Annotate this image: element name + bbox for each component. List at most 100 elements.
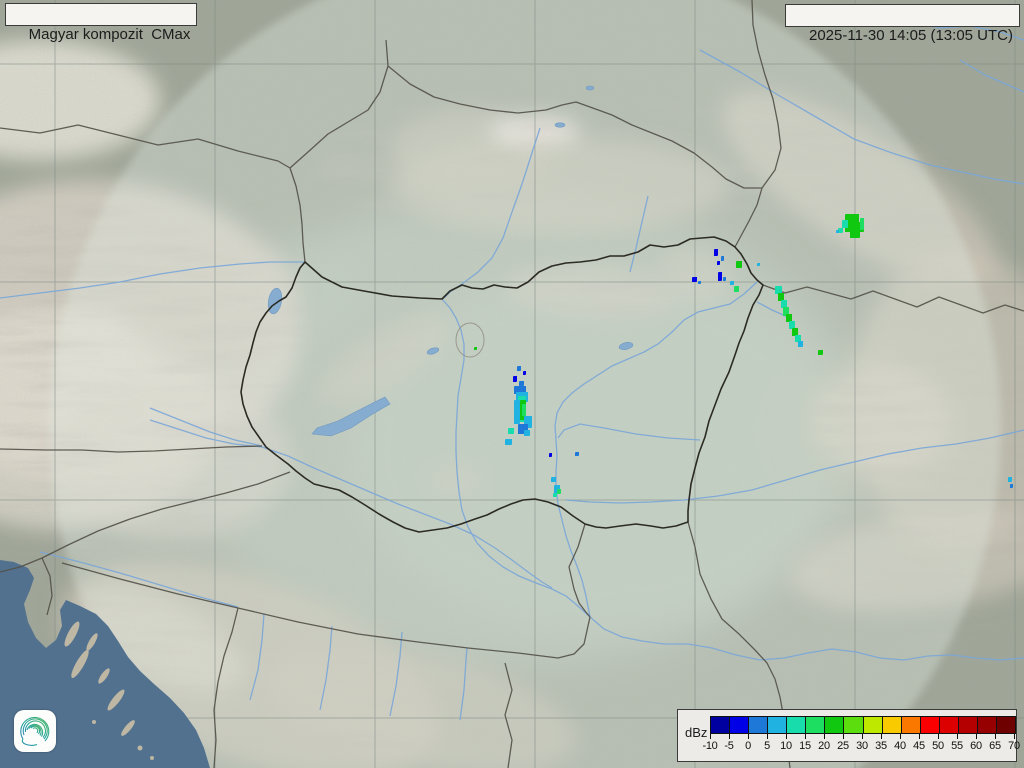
- legend-tick-label: 0: [745, 740, 751, 752]
- radar-echo-cell: [730, 281, 734, 285]
- legend-tick-mark: [995, 734, 996, 739]
- radar-echo-cell: [698, 281, 701, 284]
- radar-echo-cell: [549, 453, 552, 457]
- legend-tick-mark: [710, 734, 711, 739]
- radar-echo-cell: [517, 366, 521, 371]
- legend-color-cell: [902, 717, 921, 733]
- radar-echo-cell: [505, 439, 512, 445]
- legend-color-cell: [997, 717, 1015, 733]
- legend-tick-label: 60: [970, 740, 982, 752]
- legend-color-cell: [959, 717, 978, 733]
- legend-ticks: -10-50510152025303540455055606570: [710, 734, 1016, 758]
- radar-echo-cell: [792, 328, 798, 336]
- legend-color-cell: [787, 717, 806, 733]
- timestamp-label: 2025-11-30 14:05 (13:05 UTC): [809, 27, 1013, 44]
- legend-color-cell: [711, 717, 730, 733]
- legend-color-cell: [978, 717, 997, 733]
- logo-badge: [14, 710, 56, 752]
- radar-echo-cell: [736, 261, 742, 268]
- timestamp-box: 2025-11-30 14:05 (13:05 UTC): [785, 4, 1020, 27]
- radar-echo-cell: [474, 347, 477, 350]
- legend-tick-mark: [786, 734, 787, 739]
- legend-color-cell: [825, 717, 844, 733]
- radar-echo-cell: [775, 286, 782, 294]
- radar-echo-cell: [714, 249, 718, 256]
- legend-color-cell: [768, 717, 787, 733]
- legend-color-cell: [921, 717, 940, 733]
- legend-tick-label: 45: [913, 740, 925, 752]
- legend-tick-mark: [824, 734, 825, 739]
- legend-color-cell: [730, 717, 749, 733]
- legend-tick-mark: [843, 734, 844, 739]
- radar-echo-cell: [795, 335, 801, 342]
- radar-echo-cell: [553, 493, 557, 497]
- legend-tick-label: 15: [799, 740, 811, 752]
- radar-echo-cell: [1008, 477, 1012, 482]
- radar-echo-cell: [721, 256, 724, 261]
- legend-tick-mark: [919, 734, 920, 739]
- radar-echo-cell: [842, 220, 848, 228]
- legend-unit-label: dBz: [685, 725, 707, 740]
- legend-tick-mark: [938, 734, 939, 739]
- radar-echo-cell: [718, 272, 722, 281]
- legend-color-cell: [806, 717, 825, 733]
- radar-echo-cell: [717, 261, 720, 265]
- legend-colorbar: [710, 716, 1016, 734]
- radar-echo-cell: [514, 400, 520, 424]
- radar-echo-cell: [781, 300, 787, 308]
- legend-tick-mark: [1014, 734, 1015, 739]
- legend-tick-mark: [805, 734, 806, 739]
- radar-echo-cell: [522, 404, 526, 416]
- legend-tick-label: 55: [951, 740, 963, 752]
- legend-tick-label: -5: [724, 740, 733, 752]
- radar-echo-cell: [508, 428, 514, 434]
- legend-tick-mark: [748, 734, 749, 739]
- radar-echo-cell: [519, 381, 524, 386]
- radar-echo-cell: [1010, 484, 1013, 488]
- radar-map-screen: Magyar kompozit CMax 2025-11-30 14:05 (1…: [0, 0, 1024, 768]
- legend-tick-label: 35: [875, 740, 887, 752]
- legend-color-cell: [940, 717, 959, 733]
- radar-echo-cell: [551, 477, 556, 482]
- legend-tick-label: 65: [989, 740, 1001, 752]
- legend-tick-mark: [729, 734, 730, 739]
- radar-echo-cell: [557, 489, 561, 494]
- weather-map: [0, 0, 1024, 768]
- legend-tick-label: 25: [837, 740, 849, 752]
- legend-color-cell: [749, 717, 768, 733]
- legend-tick-mark: [900, 734, 901, 739]
- radar-echo-cell: [524, 430, 530, 436]
- legend-tick-label: 20: [818, 740, 830, 752]
- radar-echo-cell: [786, 314, 792, 322]
- radar-echo-cell: [723, 277, 726, 281]
- legend-tick-label: 40: [894, 740, 906, 752]
- legend-tick-label: -10: [703, 740, 718, 752]
- radar-echo-cell: [692, 277, 697, 282]
- legend-tick-mark: [767, 734, 768, 739]
- legend-tick-label: 5: [764, 740, 770, 752]
- radar-echo-cell: [860, 218, 864, 230]
- radar-echo-cell: [818, 350, 823, 355]
- product-title: Magyar kompozit CMax: [29, 26, 191, 43]
- radar-echo-cell: [778, 293, 784, 301]
- radar-echo-cell: [850, 230, 860, 238]
- radar-echo-cell: [523, 371, 526, 375]
- radar-echo-cell: [734, 286, 739, 292]
- legend-tick-label: 10: [780, 740, 792, 752]
- radar-echo-cell: [757, 263, 760, 266]
- spiral-logo-icon: [18, 714, 52, 748]
- legend-tick-mark: [862, 734, 863, 739]
- legend-tick-mark: [957, 734, 958, 739]
- product-title-box: Magyar kompozit CMax: [5, 3, 197, 26]
- legend-tick-mark: [881, 734, 882, 739]
- legend-tick-label: 50: [932, 740, 944, 752]
- legend-tick-mark: [976, 734, 977, 739]
- legend-color-cell: [844, 717, 863, 733]
- legend-tick-label: 70: [1008, 740, 1020, 752]
- radar-echo-cell: [575, 452, 579, 456]
- legend-color-cell: [883, 717, 902, 733]
- radar-echo-cell: [836, 230, 839, 233]
- radar-echo-cell: [513, 376, 517, 382]
- radar-echo-cell: [789, 321, 795, 329]
- legend-box: dBz -10-50510152025303540455055606570: [677, 709, 1017, 762]
